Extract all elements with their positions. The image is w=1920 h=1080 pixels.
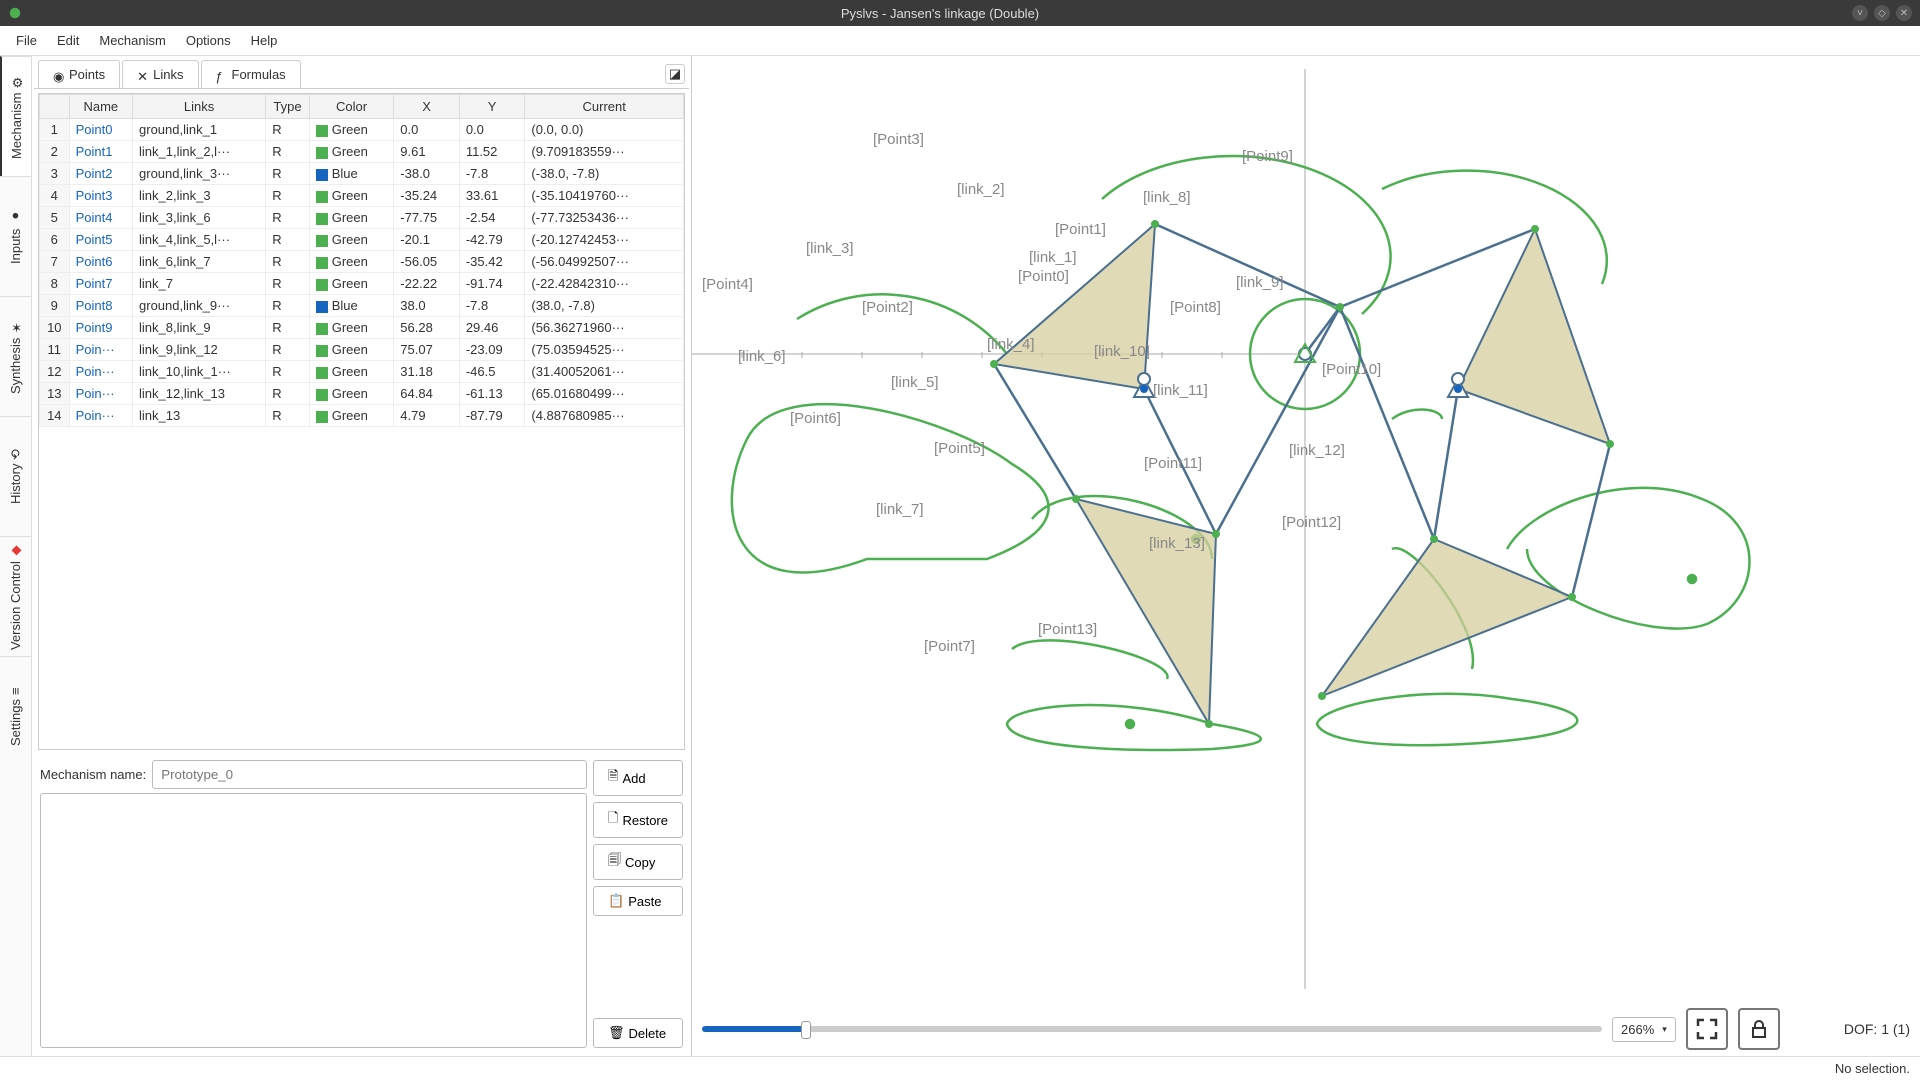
description-box[interactable] [40, 793, 587, 1048]
menu-mechanism[interactable]: Mechanism [89, 29, 175, 52]
mechanism-name-label: Mechanism name: [40, 767, 146, 782]
data-tabs: ◉Points ✕Links ƒFormulas ◪ [34, 58, 689, 89]
restore-button[interactable]: 🗋Restore [593, 802, 683, 838]
column-header[interactable]: Color [309, 95, 394, 119]
table-row[interactable]: 6Point5link_4,link_5,l···RGreen-20.1-42.… [40, 229, 684, 251]
vtab-synthesis[interactable]: Synthesis✶ [0, 296, 31, 416]
vtab-settings[interactable]: Settings≡ [0, 656, 31, 776]
app-icon [8, 6, 22, 20]
table-row[interactable]: 14Poin···link_13RGreen4.79-87.79(4.88768… [40, 405, 684, 427]
mechanism-form: Mechanism name: 🗎Add 🗋Restore 🗐Copy 📋Pas… [34, 754, 689, 1054]
vtab-mechanism[interactable]: Mechanism⚙ [0, 56, 31, 176]
column-header[interactable]: Type [266, 95, 310, 119]
zoom-bar: 266% DOF: 1 (1) [692, 1002, 1920, 1056]
column-header[interactable]: Current [525, 95, 684, 119]
menubar: File Edit Mechanism Options Help [0, 26, 1920, 56]
table-row[interactable]: 13Poin···link_12,link_13RGreen64.84-61.1… [40, 383, 684, 405]
maximize-button[interactable]: ◇ [1874, 5, 1890, 21]
zoom-thumb[interactable] [801, 1021, 811, 1039]
statusbar: No selection. [0, 1056, 1920, 1080]
table-row[interactable]: 7Point6link_6,link_7RGreen-56.05-35.42(-… [40, 251, 684, 273]
delete-button[interactable]: 🗑Delete [593, 1018, 683, 1048]
tab-links[interactable]: ✕Links [122, 60, 198, 88]
titlebar: Pyslvs - Jansen's linkage (Double) ˅ ◇ ✕ [0, 0, 1920, 26]
column-header[interactable]: X [394, 95, 460, 119]
table-row[interactable]: 12Poin···link_10,link_1···RGreen31.18-46… [40, 361, 684, 383]
mechanism-svg [692, 56, 1920, 1002]
expand-panel-button[interactable]: ◪ [665, 64, 685, 84]
statusbar-text: No selection. [1835, 1061, 1910, 1076]
window-controls: ˅ ◇ ✕ [1852, 5, 1912, 21]
copy-button[interactable]: 🗐Copy [593, 844, 683, 880]
column-header[interactable]: Y [459, 95, 525, 119]
paste-button[interactable]: 📋Paste [593, 886, 683, 916]
table-row[interactable]: 3Point2ground,link_3···RBlue-38.0-7.8(-3… [40, 163, 684, 185]
fit-button[interactable] [1686, 1008, 1728, 1050]
column-header[interactable] [40, 95, 70, 119]
mechanism-name-input[interactable] [152, 760, 587, 789]
column-header[interactable]: Name [69, 95, 132, 119]
vtab-version-control[interactable]: Version Control◆ [0, 536, 31, 656]
dof-label: DOF: 1 (1) [1844, 1021, 1910, 1037]
table-row[interactable]: 5Point4link_3,link_6RGreen-77.75-2.54(-7… [40, 207, 684, 229]
window-title: Pyslvs - Jansen's linkage (Double) [28, 6, 1852, 21]
table-row[interactable]: 1Point0ground,link_1RGreen0.00.0(0.0, 0.… [40, 119, 684, 141]
table-row[interactable]: 8Point7link_7RGreen-22.22-91.74(-22.4284… [40, 273, 684, 295]
points-table[interactable]: NameLinksTypeColorXYCurrent1Point0ground… [38, 93, 685, 750]
close-button[interactable]: ✕ [1896, 5, 1912, 21]
zoom-percentage[interactable]: 266% [1612, 1017, 1676, 1042]
minimize-button[interactable]: ˅ [1852, 5, 1868, 21]
zoom-slider[interactable] [702, 1026, 1602, 1032]
lock-button[interactable] [1738, 1008, 1780, 1050]
canvas-area: [Point0][Point1][Point2][Point3][Point4]… [692, 56, 1920, 1056]
table-row[interactable]: 11Poin···link_9,link_12RGreen75.07-23.09… [40, 339, 684, 361]
left-panel: ◉Points ✕Links ƒFormulas ◪ NameLinksType… [32, 56, 692, 1056]
tab-formulas[interactable]: ƒFormulas [201, 60, 301, 88]
menu-help[interactable]: Help [241, 29, 288, 52]
table-row[interactable]: 2Point1link_1,link_2,l···RGreen9.6111.52… [40, 141, 684, 163]
vtab-inputs[interactable]: Inputs● [0, 176, 31, 296]
main-area: Mechanism⚙ Inputs● Synthesis✶ History⟲ V… [0, 56, 1920, 1056]
mechanism-canvas[interactable]: [Point0][Point1][Point2][Point3][Point4]… [692, 56, 1920, 1002]
table-row[interactable]: 10Point9link_8,link_9RGreen56.2829.46(56… [40, 317, 684, 339]
vtab-history[interactable]: History⟲ [0, 416, 31, 536]
table-row[interactable]: 4Point3link_2,link_3RGreen-35.2433.61(-3… [40, 185, 684, 207]
tab-points[interactable]: ◉Points [38, 60, 120, 88]
menu-file[interactable]: File [6, 29, 47, 52]
table-row[interactable]: 9Point8ground,link_9···RBlue38.0-7.8(38.… [40, 295, 684, 317]
vertical-tab-bar: Mechanism⚙ Inputs● Synthesis✶ History⟲ V… [0, 56, 32, 1056]
menu-options[interactable]: Options [176, 29, 241, 52]
add-button[interactable]: 🗎Add [593, 760, 683, 796]
menu-edit[interactable]: Edit [47, 29, 89, 52]
column-header[interactable]: Links [133, 95, 266, 119]
